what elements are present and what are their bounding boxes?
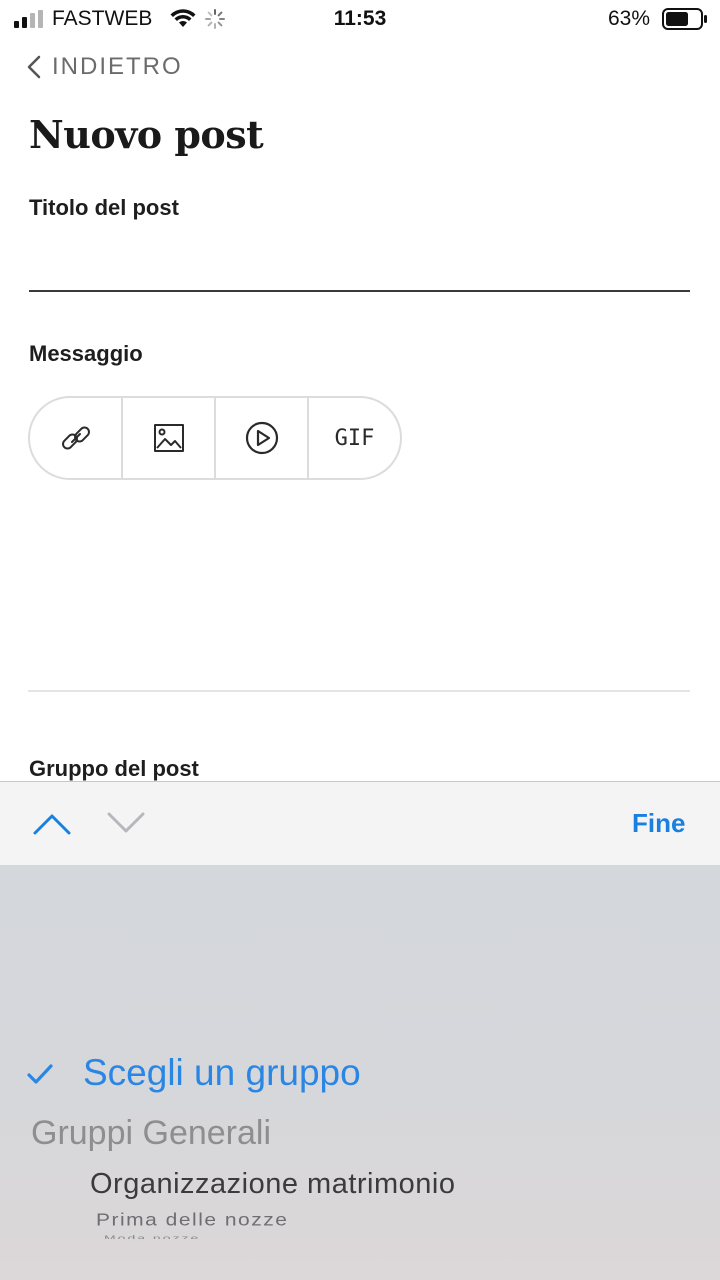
picker-option[interactable]: Moda nozze [104, 1234, 200, 1239]
picker-option-selected[interactable]: Scegli un gruppo [83, 1052, 361, 1094]
done-button[interactable]: Fine [632, 808, 685, 839]
divider [28, 690, 690, 692]
video-play-icon [245, 421, 278, 455]
message-label: Messaggio [29, 341, 143, 366]
media-toolbar: GIF [28, 396, 402, 480]
battery-icon [662, 8, 707, 30]
chevron-left-icon [27, 55, 41, 79]
insert-video-button[interactable] [214, 398, 307, 478]
link-icon [61, 426, 90, 450]
image-icon [153, 424, 184, 452]
message-textarea[interactable] [29, 492, 694, 694]
gif-label: GIF [334, 425, 375, 451]
page-title: Nuovo post [29, 112, 264, 157]
picker-group-header: Gruppi Generali [31, 1114, 272, 1152]
post-title-label: Titolo del post [29, 195, 179, 220]
insert-link-button[interactable] [30, 398, 121, 478]
checkmark-icon [27, 1064, 53, 1084]
picker-option[interactable]: Prima delle nozze [96, 1210, 288, 1230]
battery-percentage: 63% [608, 7, 651, 30]
status-bar: FASTWEB 11:53 63% [0, 0, 720, 40]
back-button[interactable]: INDIETRO [26, 50, 183, 84]
post-title-input[interactable] [29, 236, 690, 292]
picker-option[interactable]: Organizzazione matrimonio [90, 1168, 455, 1201]
insert-image-button[interactable] [121, 398, 214, 478]
next-field-chevron-down-icon[interactable] [106, 809, 146, 837]
insert-gif-button[interactable]: GIF [307, 398, 400, 478]
back-label: INDIETRO [52, 53, 183, 80]
post-group-label: Gruppo del post [29, 756, 199, 781]
previous-field-chevron-up-icon[interactable] [32, 809, 72, 837]
